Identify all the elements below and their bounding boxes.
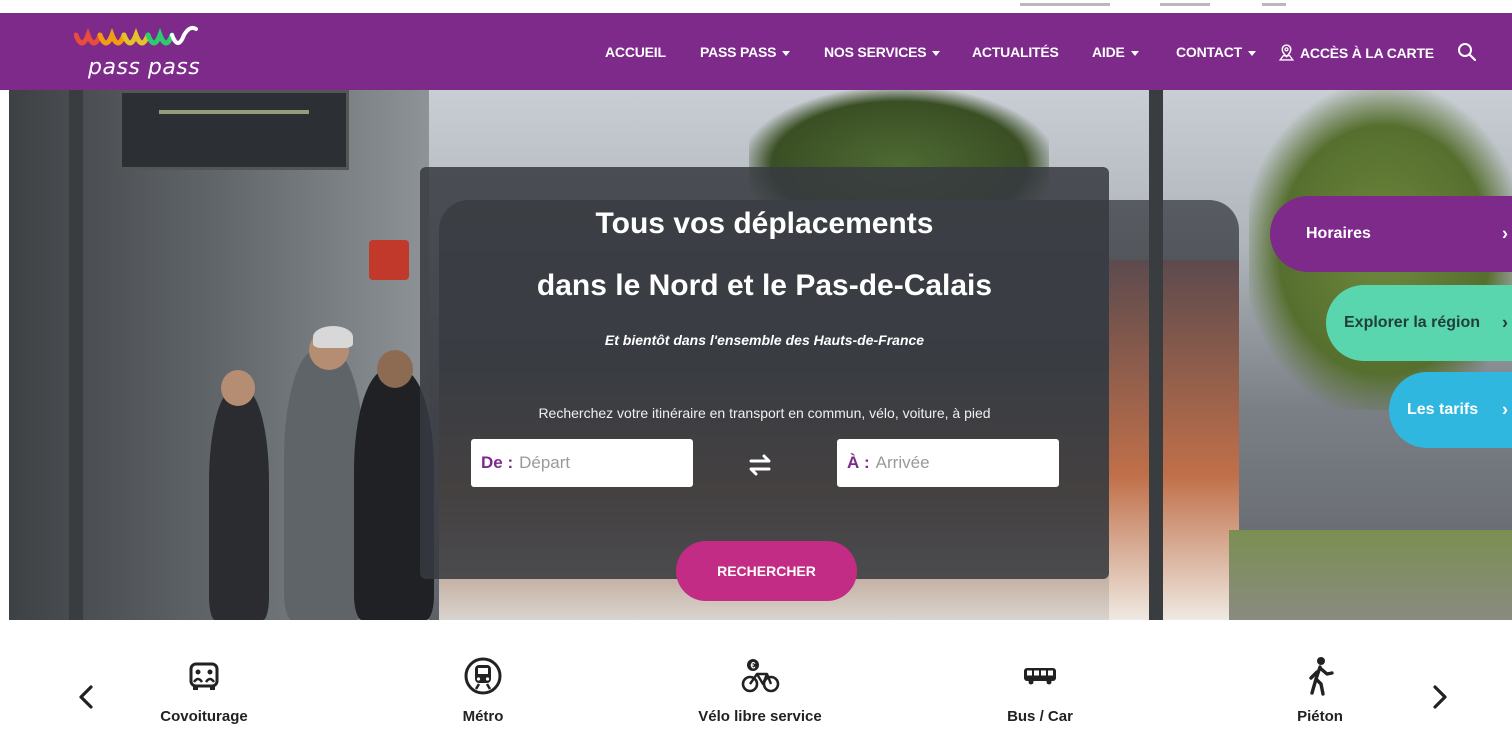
mode-label: Bus / Car [1007,708,1073,725]
side-tab-label: Les tarifs [1407,401,1479,418]
menu-item-nos-services[interactable]: NOS SERVICES [824,44,941,60]
hero-photo-sign [369,240,409,280]
mode-label: Vélo libre service [698,708,822,725]
top-strip-decor [1160,3,1210,6]
hero-photo-person-head [377,350,413,388]
hero-photo-ground [1229,530,1512,620]
side-tab-explorer[interactable]: Explorer la région › [1326,285,1512,361]
top-strip-decor [1262,3,1286,6]
menu-item-contact[interactable]: CONTACT [1176,44,1256,60]
hero-photo-bus-front [1109,260,1239,620]
top-strip-decor [1020,3,1110,6]
side-tab-horaires[interactable]: Horaires › [1270,196,1512,272]
menu-item-accueil[interactable]: ACCUEIL [605,44,666,60]
hero-photo-person-cap [313,326,353,348]
hero-photo-pole [1149,90,1163,620]
mode-covoiturage[interactable]: Covoiturage [114,656,294,725]
hero-photo-display-text [159,110,309,114]
itinerary-search-panel: Tous vos déplacements dans le Nord et le… [420,167,1109,579]
carpool-icon [189,662,219,690]
menu-item-label: NOS SERVICES [824,44,927,60]
menu-item-label: PASS PASS [700,44,777,60]
side-tab-label: Horaires [1306,225,1371,242]
svg-text:€: € [750,661,755,671]
metro-icon [464,657,502,695]
bike-share-icon: € [741,659,780,693]
hero-title-line1: Tous vos déplacements [595,207,934,240]
transport-modes-carousel: Covoiturage Métro € Vélo libre service B… [0,620,1512,754]
mode-label: Covoiturage [160,708,248,725]
side-tab-label: Explorer la région [1344,314,1481,331]
hero-subtitle: Et bientôt dans l'ensemble des Hauts-de-… [604,332,925,348]
departure-input[interactable] [519,453,670,473]
menu-item-label: AIDE [1092,44,1125,60]
chevron-down-icon [1130,50,1139,56]
menu-item-actualites[interactable]: ACTUALITÉS [972,44,1059,60]
chevron-down-icon [932,50,941,56]
mode-metro[interactable]: Métro [393,656,573,725]
menu-item-pass-pass[interactable]: PASS PASS [700,44,791,60]
chevron-down-icon [782,50,791,56]
hero-photo-person [209,390,269,620]
bus-icon [1024,668,1056,685]
main-navbar: pass pass ACCUEIL PASS PASS NOS SERVICES… [0,13,1512,90]
menu-item-label: CONTACT [1176,44,1242,60]
chevron-right-icon: › [1502,399,1508,420]
hero-photo-display-board [119,90,349,170]
mode-label: Métro [462,708,504,725]
menu-item-label: ACTUALITÉS [972,44,1059,60]
menu-item-aide[interactable]: AIDE [1092,44,1139,60]
arrival-label: À : [847,453,870,472]
mode-pieton[interactable]: Piéton [1230,656,1410,725]
search-helper-text: Recherchez votre itinéraire en transport… [538,405,991,421]
departure-label: De : [481,453,514,472]
mode-label: Piéton [1297,708,1343,725]
arrival-field[interactable]: À : [837,439,1059,487]
chevron-right-icon: › [1502,223,1508,244]
chevron-right-icon: › [1502,312,1508,333]
hero-title-line2: dans le Nord et le Pas-de-Calais [536,269,993,302]
pedestrian-icon [1309,657,1334,696]
search-icon[interactable] [1456,41,1478,63]
menu-item-label: ACCÈS À LA CARTE [1300,45,1434,61]
map-pin-icon [1278,44,1295,61]
search-itinerary-button[interactable]: RECHERCHER [676,541,857,601]
main-menu: ACCUEIL PASS PASS NOS SERVICES ACTUALITÉ… [0,13,1512,90]
departure-field[interactable]: De : [471,439,693,487]
hero-photo-person [284,350,364,620]
hero-photo-pole [69,90,83,620]
arrival-input[interactable] [875,453,1026,473]
mode-bus-car[interactable]: Bus / Car [950,656,1130,725]
menu-item-label: ACCUEIL [605,44,666,60]
chevron-down-icon [1248,50,1256,56]
top-strip [0,0,1512,13]
side-tab-tarifs[interactable]: Les tarifs › [1389,372,1512,448]
menu-item-acces-carte[interactable]: ACCÈS À LA CARTE [1278,44,1434,61]
mode-velo-libre-service[interactable]: € Vélo libre service [670,656,850,725]
swap-arrows-icon[interactable] [745,452,775,478]
chevron-right-icon[interactable] [1430,682,1450,712]
hero-photo-person-head [221,370,255,406]
chevron-left-icon[interactable] [76,682,96,712]
